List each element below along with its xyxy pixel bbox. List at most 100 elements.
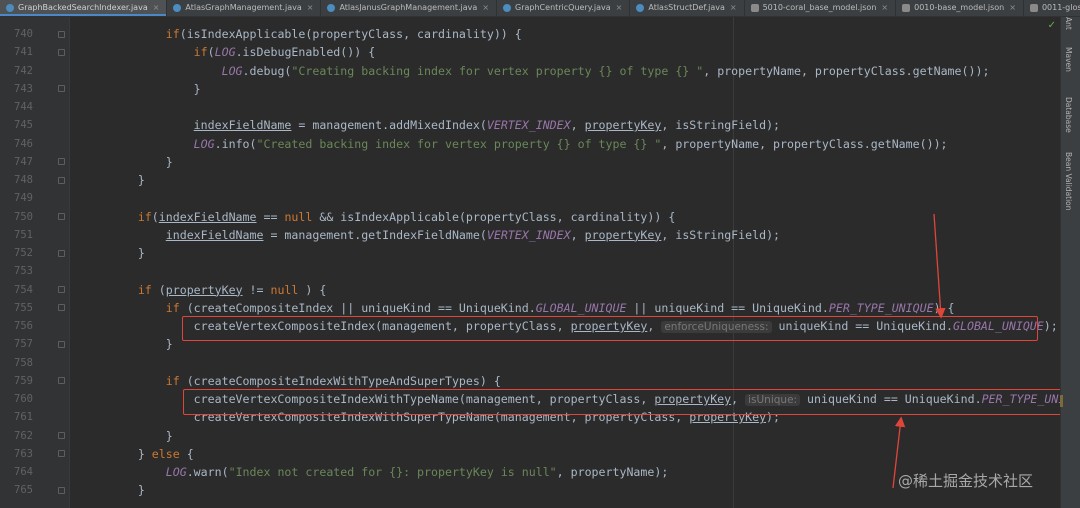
tool-window-bean-validation[interactable]: Bean Validation bbox=[1064, 152, 1073, 211]
fold-marker-icon[interactable] bbox=[58, 213, 65, 220]
watermark: @稀土掘金技术社区 bbox=[898, 472, 1034, 490]
code-line-740: 740 if(isIndexApplicable(propertyClass, c… bbox=[0, 25, 1080, 43]
code-token: VERTEX_INDEX bbox=[486, 227, 571, 242]
tab-label: 0011-glossary_model.json bbox=[1041, 3, 1080, 12]
close-icon[interactable]: × bbox=[881, 3, 888, 12]
code-line-758: 758 bbox=[0, 354, 1080, 372]
code-token: } bbox=[137, 483, 145, 498]
close-icon[interactable]: × bbox=[616, 3, 623, 12]
code-text: LOG.warn("Index not created for {}: prop… bbox=[166, 465, 669, 479]
code-token: , propertyName); bbox=[556, 465, 669, 479]
code-text: indexFieldName = management.addMixedInde… bbox=[194, 118, 780, 132]
code-token: indexFieldName bbox=[165, 227, 264, 242]
fold-marker-icon[interactable] bbox=[58, 30, 65, 38]
fold-marker-icon[interactable] bbox=[58, 432, 65, 439]
code-line-759: 759 if (createCompositeIndexWithTypeAndSu… bbox=[0, 372, 1080, 390]
line-number: 748 bbox=[14, 174, 33, 186]
code-token: , propertyName, propertyClass.getName())… bbox=[703, 63, 990, 78]
code-line-749: 749 bbox=[0, 189, 1080, 207]
close-icon[interactable]: × bbox=[307, 3, 314, 12]
tab-graphbackedsearchindexer-java[interactable]: GraphBackedSearchIndexer.java × bbox=[0, 0, 168, 16]
code-token: ( bbox=[151, 209, 159, 224]
code-token: if bbox=[165, 27, 180, 41]
tab-atlasjanusgraphmanagement-java[interactable]: AtlasJanusGraphManagement.java × bbox=[321, 0, 498, 16]
code-token: , isStringField); bbox=[661, 118, 781, 133]
fold-marker-icon[interactable] bbox=[58, 486, 65, 494]
line-number: 749 bbox=[14, 192, 33, 205]
line-number: 757 bbox=[14, 338, 33, 351]
code-token: if bbox=[165, 373, 180, 388]
line-number: 759 bbox=[14, 374, 33, 387]
fold-marker-icon[interactable] bbox=[58, 176, 65, 184]
code-line-763: 763} else { bbox=[0, 445, 1080, 463]
line-number: 740 bbox=[14, 28, 33, 40]
close-icon[interactable]: × bbox=[730, 3, 737, 12]
tab-graphcentricquery-java[interactable]: GraphCentricQuery.java × bbox=[497, 0, 631, 16]
code-token: } bbox=[137, 246, 145, 260]
code-text: if (propertyKey != null ) { bbox=[138, 283, 326, 297]
line-number: 755 bbox=[14, 301, 33, 314]
line-number: 764 bbox=[14, 466, 33, 478]
code-text: if(isIndexApplicable(propertyClass, card… bbox=[166, 27, 522, 41]
tab-0011-glossary-model-json[interactable]: 0011-glossary_model.json× bbox=[1024, 0, 1080, 16]
tab-atlasstructdef-java[interactable]: AtlasStructDef.java × bbox=[630, 0, 745, 16]
code-text: indexFieldName = management.getIndexFiel… bbox=[166, 228, 780, 242]
line-number: 745 bbox=[14, 119, 33, 132]
code-token: ( bbox=[207, 45, 215, 60]
tool-window-ant[interactable]: Ant bbox=[1064, 17, 1073, 30]
fold-marker-icon[interactable] bbox=[58, 377, 65, 385]
line-number: 747 bbox=[14, 155, 33, 168]
code-token: propertyKey bbox=[584, 118, 662, 133]
line-number: 754 bbox=[14, 283, 33, 296]
line-number: 742 bbox=[14, 64, 33, 77]
fold-marker-icon[interactable] bbox=[58, 85, 65, 93]
tab-5010-coral-base-model-json[interactable]: 5010-coral_base_model.json × bbox=[745, 0, 897, 16]
code-token: "Index not created for {}: propertyKey i… bbox=[228, 465, 557, 479]
close-icon[interactable]: × bbox=[482, 3, 489, 12]
code-line-762: 762} bbox=[0, 427, 1080, 445]
tool-window-maven[interactable]: Maven bbox=[1064, 47, 1073, 72]
line-number: 741 bbox=[14, 46, 33, 59]
line-number: 743 bbox=[14, 82, 33, 95]
fold-marker-icon[interactable] bbox=[58, 340, 65, 348]
tab-0010-base-model-json[interactable]: 0010-base_model.json × bbox=[896, 0, 1024, 16]
fold-marker-icon[interactable] bbox=[58, 450, 65, 458]
code-token: LOG bbox=[214, 45, 236, 60]
code-token: if bbox=[165, 300, 180, 315]
fold-marker-icon[interactable] bbox=[58, 249, 65, 257]
code-line-755: 755 if (createCompositeIndex || uniqueKin… bbox=[0, 299, 1080, 317]
fold-marker-icon[interactable] bbox=[58, 48, 65, 56]
code-token: if bbox=[137, 209, 152, 224]
code-token: } bbox=[165, 154, 173, 169]
highlight-box-line-760 bbox=[183, 389, 1071, 415]
code-text: } bbox=[138, 483, 145, 497]
code-text: LOG.info("Created backing index for vert… bbox=[194, 137, 948, 151]
code-token: (isIndexApplicable(propertyClass, cardin… bbox=[179, 27, 522, 41]
line-number: 762 bbox=[14, 429, 33, 442]
line-number: 750 bbox=[14, 210, 33, 223]
json-file-icon bbox=[1029, 3, 1038, 12]
tool-window-sidebar: Ant Maven Database Bean Validation bbox=[1060, 17, 1080, 508]
fold-marker-icon[interactable] bbox=[58, 158, 65, 166]
fold-marker-icon[interactable] bbox=[58, 304, 65, 312]
close-icon[interactable]: × bbox=[153, 3, 160, 12]
tab-label: AtlasGraphManagement.java bbox=[185, 3, 302, 12]
code-line-750: 750 if(indexFieldName == null && isIndexA… bbox=[0, 208, 1080, 226]
tab-atlasgraphmanagement-java[interactable]: AtlasGraphManagement.java × bbox=[167, 0, 322, 16]
line-number: 752 bbox=[14, 247, 33, 259]
close-icon[interactable]: × bbox=[1009, 3, 1016, 12]
code-token: GLOBAL_UNIQUE bbox=[535, 300, 627, 315]
tool-window-database[interactable]: Database bbox=[1064, 97, 1073, 133]
scrollbar-marker[interactable] bbox=[1060, 395, 1063, 407]
code-token: else bbox=[151, 446, 180, 461]
tab-label: AtlasJanusGraphManagement.java bbox=[339, 3, 478, 12]
highlight-box-line-756 bbox=[182, 316, 1038, 341]
fold-marker-icon[interactable] bbox=[58, 286, 65, 293]
code-token: } bbox=[165, 428, 173, 443]
code-token: .warn( bbox=[186, 465, 229, 479]
java-file-icon bbox=[503, 3, 512, 12]
code-token: , bbox=[570, 227, 585, 242]
editor-tab-bar: GraphBackedSearchIndexer.java × AtlasGraph… bbox=[0, 0, 1080, 17]
code-text: } bbox=[166, 429, 173, 443]
line-number: 744 bbox=[14, 101, 33, 113]
